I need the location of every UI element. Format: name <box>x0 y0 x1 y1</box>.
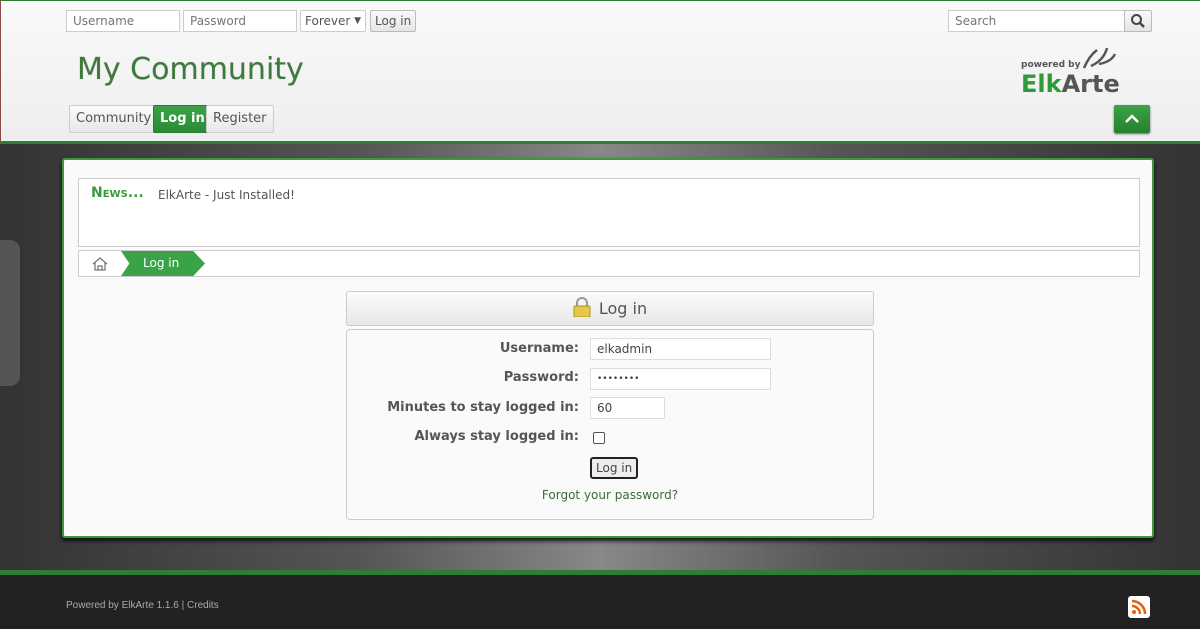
footer: Powered by ElkArte 1.1.6 | Credits <box>0 575 1200 629</box>
login-header: Log in <box>346 291 874 326</box>
rss-button[interactable] <box>1128 596 1150 618</box>
search-button[interactable] <box>1124 10 1152 32</box>
username-input[interactable]: elkadmin <box>590 338 771 360</box>
site-title[interactable]: My Community <box>77 52 304 87</box>
nav-community[interactable]: Community <box>69 105 159 133</box>
login-title: Log in <box>598 299 648 318</box>
main-content: News... ElkArte - Just Installed! Log in… <box>62 158 1154 538</box>
always-label: Always stay logged in: <box>414 429 579 444</box>
svg-text:powered by: powered by <box>1021 60 1081 70</box>
breadcrumb-current[interactable]: Log in <box>121 251 205 276</box>
quick-username-input[interactable] <box>66 10 180 32</box>
rss-icon <box>1131 599 1147 615</box>
news-label: News... <box>91 185 144 201</box>
minutes-label: Minutes to stay logged in: <box>387 400 579 415</box>
duration-select[interactable]: Forever ▼ <box>300 10 366 32</box>
nav-register[interactable]: Register <box>206 105 274 133</box>
lock-icon <box>573 297 591 318</box>
home-icon[interactable] <box>91 256 109 272</box>
powered-by-link[interactable]: Powered by ElkArte 1.1.6 <box>66 600 179 611</box>
username-label: Username: <box>499 341 579 356</box>
footer-separator: | <box>181 600 185 611</box>
search-icon <box>1131 14 1145 28</box>
news-box: News... ElkArte - Just Installed! <box>78 178 1140 247</box>
chevron-up-icon <box>1125 114 1139 123</box>
top-border <box>1 0 1200 1</box>
svg-text:ElkArte: ElkArte <box>1021 70 1120 96</box>
password-input[interactable]: •••••••• <box>590 368 771 390</box>
password-label: Password: <box>503 370 579 385</box>
forgot-password-link[interactable]: Forgot your password? <box>347 488 873 502</box>
side-handle <box>0 240 20 386</box>
scroll-top-button[interactable] <box>1114 105 1150 133</box>
search-input[interactable] <box>948 10 1125 32</box>
credits-link[interactable]: Credits <box>187 600 219 611</box>
chevron-down-icon: ▼ <box>354 16 361 26</box>
elkarte-logo: powered by ElkArte <box>1021 47 1120 96</box>
quick-login-button[interactable]: Log in <box>370 10 417 32</box>
login-form: Username: elkadmin Password: •••••••• Mi… <box>346 329 874 520</box>
always-checkbox[interactable] <box>593 432 605 444</box>
news-text: ElkArte - Just Installed! <box>158 188 295 202</box>
nav-login[interactable]: Log in <box>153 105 212 133</box>
header: Forever▼ Log in My Community Community L… <box>0 0 1200 141</box>
quick-password-input[interactable] <box>183 10 297 32</box>
minutes-input[interactable]: 60 <box>590 397 665 419</box>
login-submit-button[interactable]: Log in <box>590 457 639 479</box>
breadcrumb: Log in <box>78 250 1140 277</box>
duration-value: Forever <box>305 14 351 28</box>
